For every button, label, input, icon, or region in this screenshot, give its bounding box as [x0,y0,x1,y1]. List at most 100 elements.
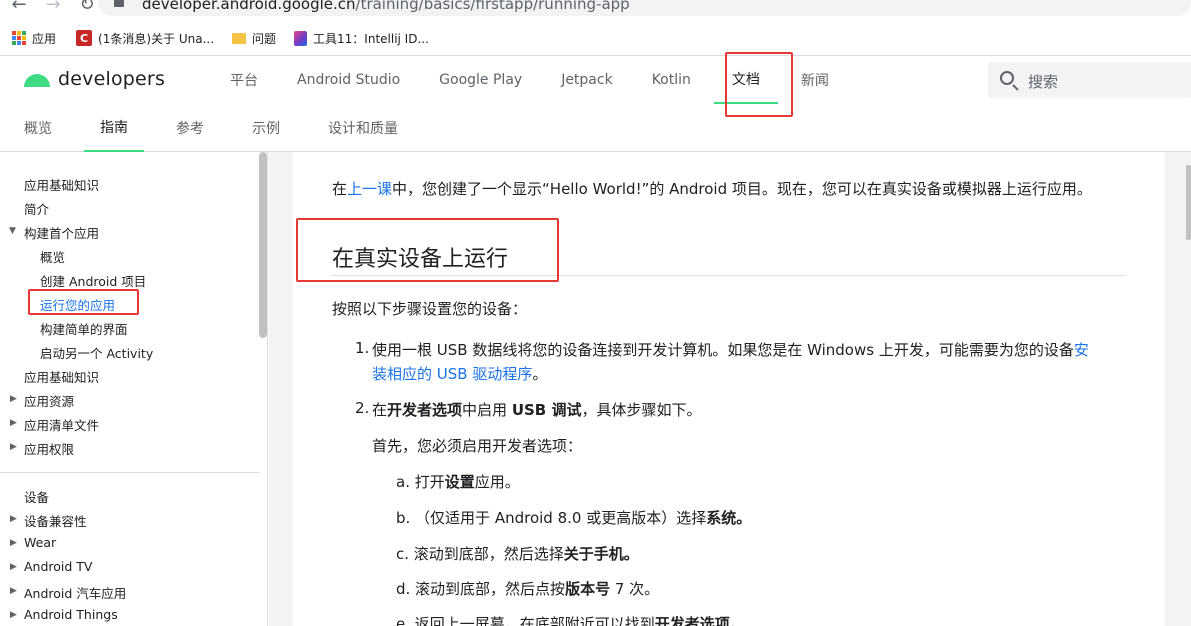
substep-b-bold: 系统。 [706,509,752,527]
csdn-icon: C [76,30,93,46]
step-2-e: ，具体步骤如下。 [581,401,702,419]
substep-e: e. 返回上一屏幕，在底部附近可以找到开发者选项。 [396,613,745,626]
sidebar-item-app-manifest[interactable]: 应用清单文件 [24,415,99,434]
step-2-number: 2. [355,399,370,417]
page-scrollbar[interactable] [1186,165,1191,240]
sub-nav: 概览 指南 参考 示例 设计和质量 [0,104,1191,152]
bookmark-csdn[interactable]: C (1条消息)关于 Una... [76,30,214,47]
chevron-right-icon[interactable]: ▶ [10,418,17,428]
substep-e-post: 。 [729,615,745,626]
substep-d: d. 滚动到底部，然后点按版本号 7 次。 [396,578,659,599]
usb-driver-link[interactable]: 装相应的 USB 驱动程序 [372,365,532,383]
substep-a-bold: 设置 [444,473,475,491]
sidebar-item-android-auto[interactable]: Android 汽车应用 [24,583,126,602]
chevron-right-icon[interactable]: ▶ [10,442,17,452]
developer-options-bold: 开发者选项 [387,401,463,419]
browser-chrome: ← → ↻ developer.android.google.cn/traini… [0,0,1191,56]
top-nav-kotlin[interactable]: Kotlin [636,56,707,104]
bookmarks-bar: 应用 C (1条消息)关于 Una... 问题 工具11：Intellij ID… [12,28,429,48]
substep-a-pre: a. 打开 [396,473,445,491]
android-logo-icon [24,72,52,87]
chevron-down-icon[interactable]: ▼ [9,226,16,236]
usb-driver-link-start[interactable]: 安 [1074,341,1089,359]
sidebar-item-app-resources[interactable]: 应用资源 [24,391,74,410]
substep-c: c. 滚动到底部，然后选择关于手机。 [396,543,639,564]
sidebar-scrollbar[interactable] [259,152,267,338]
step-2-c: 中启用 [462,401,512,419]
sidebar-item-build-first-app[interactable]: 构建首个应用 [24,223,99,242]
bookmark-label: 应用 [32,31,57,46]
substep-a-post: 应用。 [474,473,520,491]
sidebar-item-app-fundamentals[interactable]: 应用基础知识 [24,367,99,386]
lock-icon [114,0,124,7]
apps-grid-icon [12,31,26,45]
sidebar-item-simple-ui[interactable]: 构建简单的界面 [40,319,128,338]
folder-icon [232,32,247,44]
bookmark-questions[interactable]: 问题 [232,30,276,47]
substep-c-pre: c. 滚动到底部，然后选择 [396,545,564,563]
previous-lesson-link[interactable]: 上一课 [347,180,392,198]
sidebar-item-android-things[interactable]: Android Things [24,607,118,622]
left-sidebar: 应用基础知识 简介 ▼ 构建首个应用 概览 创建 Android 项目 运行您的… [0,152,268,626]
sidebar-item-device-compat[interactable]: 设备兼容性 [24,511,87,530]
top-nav-android-studio[interactable]: Android Studio [281,56,416,104]
back-icon[interactable]: ← [10,0,28,15]
intro-suffix: 中，您创建了一个显示“Hello World!”的 Android 项目。现在，… [392,180,1092,198]
chevron-right-icon[interactable]: ▶ [10,586,17,596]
top-nav-jetpack[interactable]: Jetpack [545,56,629,104]
url-text[interactable]: developer.android.google.cn/training/bas… [142,0,630,13]
annotation-box-heading [296,218,559,282]
sidebar-item-intro[interactable]: 简介 [24,199,49,218]
forward-icon[interactable]: → [44,0,62,15]
sidebar-item-devices[interactable]: 设备 [24,487,49,506]
top-nav-platform[interactable]: 平台 [214,56,274,104]
substep-d-pre: d. 滚动到底部，然后点按 [396,580,566,598]
chevron-right-icon[interactable]: ▶ [10,394,17,404]
tab-guides[interactable]: 指南 [84,104,144,152]
sidebar-item-start-activity[interactable]: 启动另一个 Activity [40,343,153,362]
sidebar-item-app-basics[interactable]: 应用基础知识 [24,175,99,194]
bookmark-label: (1条消息)关于 Una... [98,31,215,46]
step-2-text: 在开发者选项中启用 USB 调试，具体步骤如下。 [372,399,701,420]
chevron-right-icon[interactable]: ▶ [10,514,17,524]
bookmark-intellij[interactable]: 工具11：Intellij ID... [294,30,429,47]
step-1-number: 1. [355,339,370,357]
chevron-right-icon[interactable]: ▶ [10,610,17,620]
intellij-icon [294,30,308,46]
top-nav-news[interactable]: 新闻 [785,56,845,104]
site-header: developers 平台 Android Studio Google Play… [0,56,1191,104]
step-1-text-line2: 装相应的 USB 驱动程序。 [372,363,547,384]
developers-logo[interactable]: developers [24,68,165,90]
browser-nav-buttons: ← → ↻ [10,0,96,15]
sidebar-item-app-permissions[interactable]: 应用权限 [24,439,74,458]
search-icon [1000,71,1014,85]
substep-b: b. （仅适用于 Android 8.0 或更高版本）选择系统。 [396,507,751,528]
bookmark-label: 问题 [252,31,277,46]
tab-design-quality[interactable]: 设计和质量 [328,104,398,152]
url-domain: developer.android.google.cn [142,0,356,13]
setup-intro: 按照以下步骤设置您的设备： [332,300,528,318]
sidebar-item-wear[interactable]: Wear [24,535,56,550]
reload-icon[interactable]: ↻ [78,0,96,15]
top-nav-google-play[interactable]: Google Play [423,56,538,104]
step-1-body: 使用一根 USB 数据线将您的设备连接到开发计算机。如果您是在 Windows … [372,341,1074,359]
substep-c-bold: 关于手机。 [563,545,639,563]
first-enable-text: 首先，您必须启用开发者选项： [372,437,583,455]
address-bar[interactable]: developer.android.google.cn/training/bas… [98,0,1191,16]
chevron-right-icon[interactable]: ▶ [10,562,17,572]
bookmark-apps[interactable]: 应用 [12,30,56,47]
search-input[interactable]: 搜索 [988,62,1191,98]
sidebar-item-create-project[interactable]: 创建 Android 项目 [40,271,146,290]
tab-samples[interactable]: 示例 [252,104,280,152]
tab-overview[interactable]: 概览 [24,104,52,152]
search-placeholder: 搜索 [1028,73,1059,91]
sidebar-item-overview[interactable]: 概览 [40,247,65,266]
sidebar-item-android-tv[interactable]: Android TV [24,559,93,574]
annotation-box-docs [725,52,793,117]
sidebar-divider [0,472,260,473]
usb-debugging-bold: USB 调试 [511,401,582,419]
tab-reference[interactable]: 参考 [176,104,204,152]
bookmark-label: 工具11：Intellij ID... [313,31,429,46]
chevron-right-icon[interactable]: ▶ [10,538,17,548]
substep-e-pre: e. 返回上一屏幕，在底部附近可以找到 [396,615,655,626]
